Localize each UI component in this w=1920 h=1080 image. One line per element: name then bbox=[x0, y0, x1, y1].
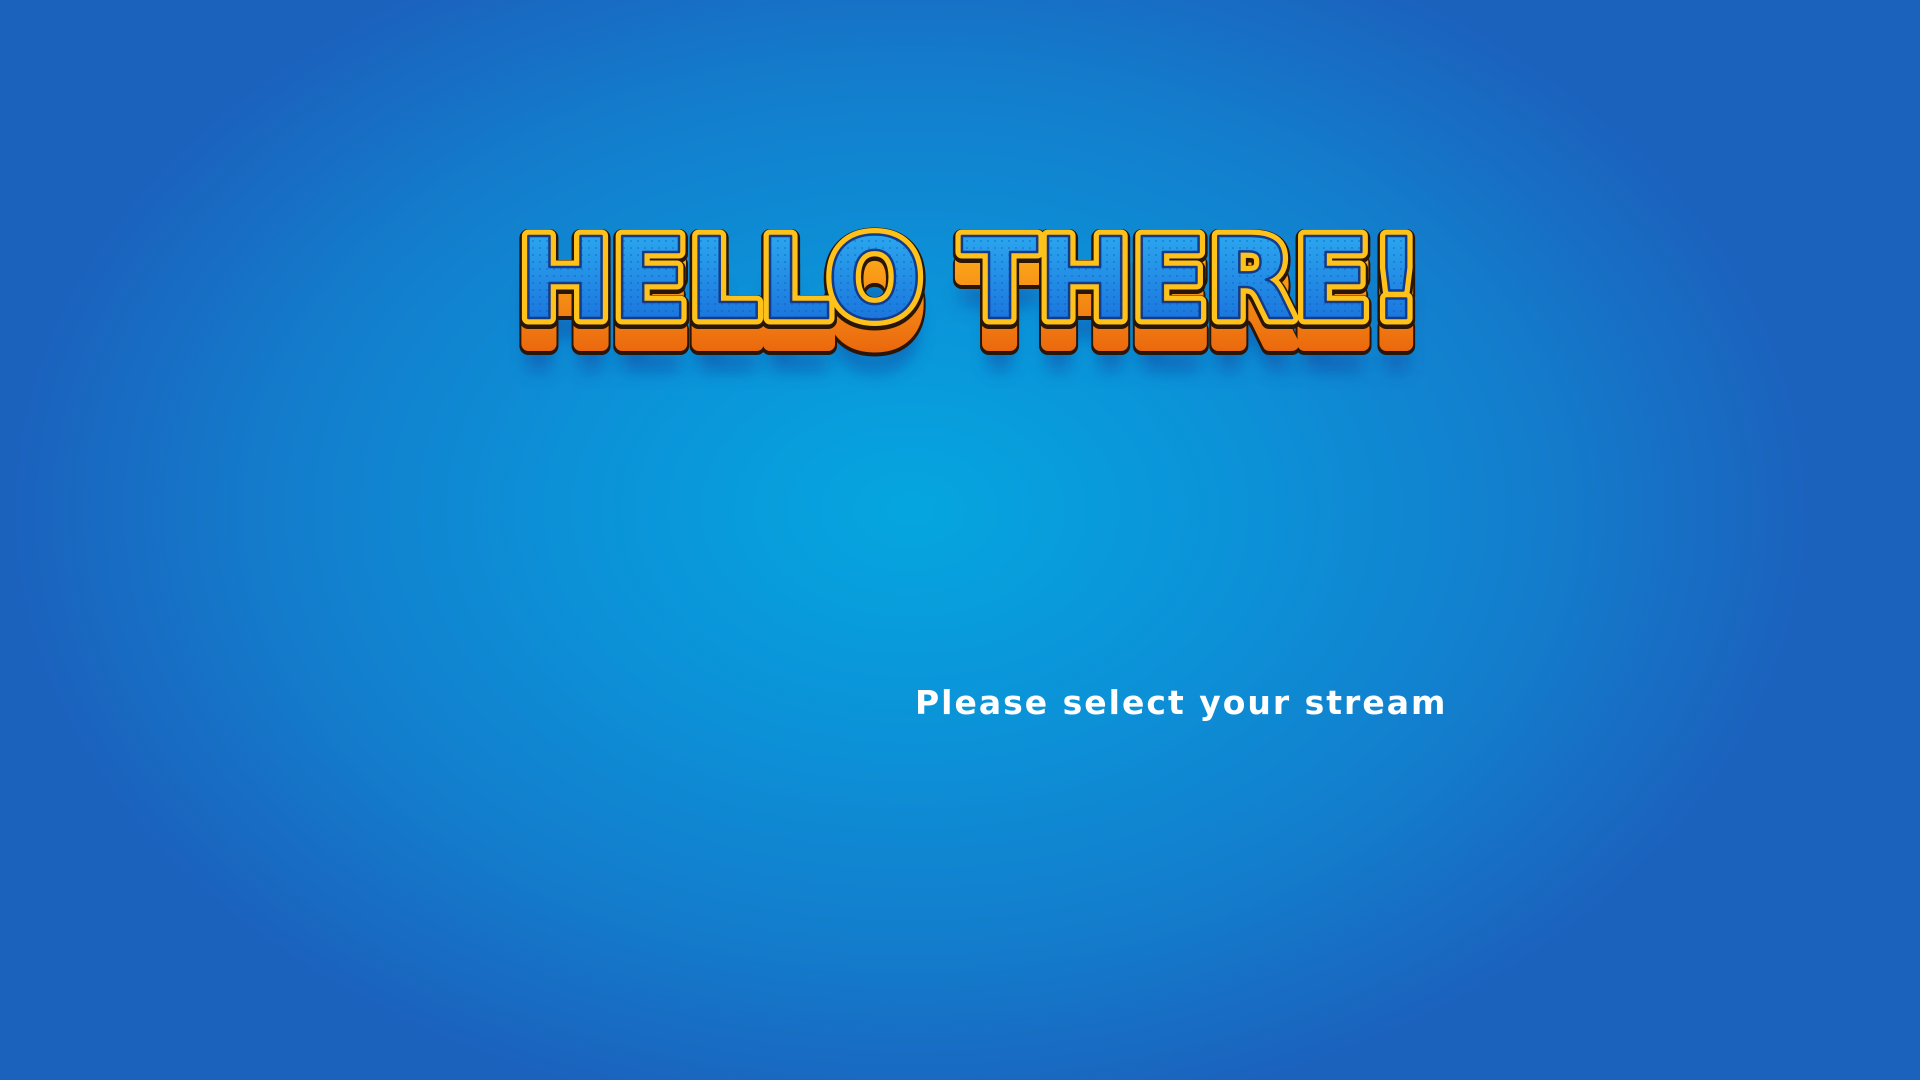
title-logo: HELLO THERE! HELLO THERE! HELLO THERE! H… bbox=[509, 208, 1431, 397]
select-stream-prompt: Please select your stream bbox=[915, 683, 1448, 722]
title-texture: HELLO THERE! bbox=[518, 215, 1422, 345]
title-graphic: HELLO THERE! HELLO THERE! HELLO THERE! H… bbox=[509, 208, 1431, 397]
